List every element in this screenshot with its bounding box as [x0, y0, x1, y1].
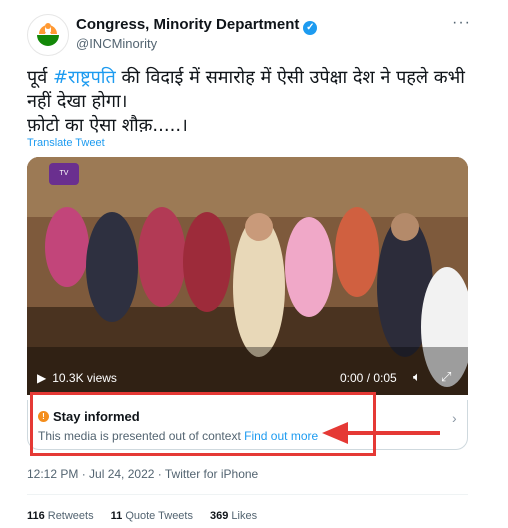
tweet-timestamp[interactable]: 12:12 PM · Jul 24, 2022 · Twitter for iP… [27, 467, 258, 481]
hashtag-link[interactable]: #राष्ट्रपति [53, 67, 116, 88]
quote-tweets-stat[interactable]: 11 Quote Tweets [111, 510, 193, 522]
play-icon[interactable]: ▶ [37, 371, 46, 385]
arrow-left-icon [322, 422, 440, 444]
translate-tweet-link[interactable]: Translate Tweet [27, 137, 105, 149]
video-timecode: 0:00 / 0:05 [340, 371, 397, 385]
fullscreen-icon[interactable]: ⤢ [441, 369, 451, 385]
more-icon[interactable]: ··· [452, 14, 471, 32]
divider [27, 494, 468, 495]
video-player[interactable]: TV ▶ 10.3K views 0:00 / 0:05 🔈︎ ⤢ [27, 157, 468, 395]
tweet-card: Congress, Minority Department ✓ @INCMinor… [0, 0, 508, 528]
tweet-stats: 116 Retweets 11 Quote Tweets 369 Likes [27, 510, 271, 522]
avatar[interactable] [27, 14, 69, 56]
author-handle[interactable]: @INCMinority [76, 36, 157, 51]
volume-icon[interactable]: 🔈︎ [413, 369, 421, 385]
likes-stat[interactable]: 369 Likes [210, 510, 257, 522]
retweets-stat[interactable]: 116 Retweets [27, 510, 94, 522]
video-frame [27, 157, 468, 395]
author-name[interactable]: Congress, Minority Department ✓ [76, 16, 318, 35]
views-counter: ▶ 10.3K views [37, 371, 117, 385]
chevron-right-icon[interactable]: › [452, 410, 457, 426]
channel-logo: TV [49, 163, 79, 185]
tweet-text: पूर्व #राष्ट्रपति की विदाई में समारोह मे… [27, 67, 465, 136]
congress-logo [37, 23, 59, 46]
verified-icon: ✓ [303, 21, 318, 35]
